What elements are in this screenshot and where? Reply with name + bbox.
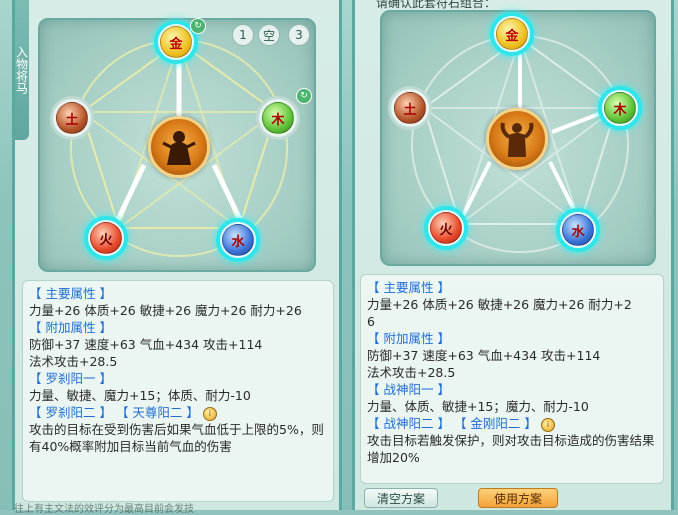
set-bonus-1-title: 【 罗刹阳一 】 (29, 371, 112, 386)
set-bonus-2-title-b: 【 金刚阳二 】 (453, 416, 537, 431)
left-chip-1[interactable]: 1 (232, 24, 254, 46)
right-attribute-panel: 【 主要属性 】 力量+26 体质+26 敏捷+26 魔力+26 耐力+2 6 … (360, 274, 664, 484)
extra-attributes-line2: 法术攻击+28.5 (29, 354, 118, 369)
main-attributes-title: 【 主要属性 】 (29, 286, 112, 301)
extra-attributes-line2: 法术攻击+28.5 (367, 365, 456, 380)
metal-rune-icon: 金 (160, 26, 192, 58)
character-medallion-right (486, 108, 548, 170)
fire-rune-icon: 火 (90, 222, 122, 254)
character-medallion (148, 116, 210, 178)
set-bonus-1-effect: 力量、敏捷、魔力+15；体质、耐力-10 (29, 388, 251, 403)
main-attributes-title: 【 主要属性 】 (367, 280, 450, 295)
set-bonus-2-title-a: 【 罗刹阳二 】 (29, 405, 112, 420)
rune-slot-wood[interactable]: 木 (256, 96, 300, 140)
water-rune-icon: 水 (562, 214, 594, 246)
rune-slot-water[interactable]: 水 (216, 218, 260, 262)
warrior-icon (162, 131, 196, 165)
extra-attributes-title: 【 附加属性 】 (367, 331, 450, 346)
info-coin-icon[interactable]: i (202, 406, 217, 421)
water-rune-icon: 水 (222, 224, 254, 256)
set-bonus-2-effect: 攻击目标若触发保护，则对攻击目标造成的伤害结果增加20% (367, 433, 655, 465)
left-chip-empty[interactable]: 空 (258, 24, 280, 46)
left-bottom-hint: 往上有主文法的效评分为最高目前会发技 (14, 504, 194, 515)
wood-rune-icon: 木 (262, 102, 294, 134)
rune-slot-fire-right[interactable]: 火 (424, 206, 468, 250)
set-bonus-1-title: 【 战神阳一 】 (367, 382, 450, 397)
metal-rune-icon: 金 (496, 18, 528, 50)
extra-attributes-line1: 防御+37 速度+63 气血+434 攻击+114 (367, 348, 601, 363)
rune-slot-water-right[interactable]: 水 (556, 208, 600, 252)
info-coin-icon[interactable]: i (540, 417, 555, 432)
rune-slot-wood-right[interactable]: 木 (598, 86, 642, 130)
fire-rune-icon: 火 (430, 212, 462, 244)
set-bonus-2-title-b: 【 天尊阳二 】 (115, 405, 199, 420)
extra-attributes-title: 【 附加属性 】 (29, 320, 112, 335)
strongman-icon (500, 122, 534, 157)
use-plan-button[interactable]: 使用方案 (478, 488, 558, 508)
refresh-icon[interactable]: ↻ (190, 18, 206, 34)
earth-rune-icon: 土 (394, 92, 426, 124)
rune-slot-fire[interactable]: 火 (84, 216, 128, 260)
main-attributes-values: 力量+26 体质+26 敏捷+26 魔力+26 耐力+26 (29, 303, 302, 318)
main-attributes-values-cont: 6 (367, 314, 375, 329)
extra-attributes-line1: 防御+37 速度+63 气血+434 攻击+114 (29, 337, 263, 352)
refresh-icon-wood[interactable]: ↻ (296, 88, 312, 104)
set-bonus-2-effect: 攻击的目标在受到伤害后如果气血低于上限的5%，则有40%概率附加目标当前气血的伤… (29, 422, 324, 454)
main-attributes-values: 力量+26 体质+26 敏捷+26 魔力+26 耐力+2 (367, 297, 632, 312)
set-bonus-2-title-a: 【 战神阳二 】 (367, 416, 450, 431)
rune-slot-earth-right[interactable]: 土 (388, 86, 432, 130)
left-attribute-panel: 【 主要属性 】 力量+26 体质+26 敏捷+26 魔力+26 耐力+26 【… (22, 280, 334, 502)
side-tab[interactable]: 入物将马 (15, 0, 29, 140)
rune-slot-metal-right[interactable]: 金 (490, 12, 534, 56)
left-chip-3[interactable]: 3 (288, 24, 310, 46)
set-bonus-1-effect: 力量、体质、敏捷+15；魔力、耐力-10 (367, 399, 589, 414)
earth-rune-icon: 土 (56, 102, 88, 134)
wood-rune-icon: 木 (604, 92, 636, 124)
clear-plan-button[interactable]: 清空方案 (364, 488, 438, 508)
rune-slot-earth[interactable]: 土 (50, 96, 94, 140)
